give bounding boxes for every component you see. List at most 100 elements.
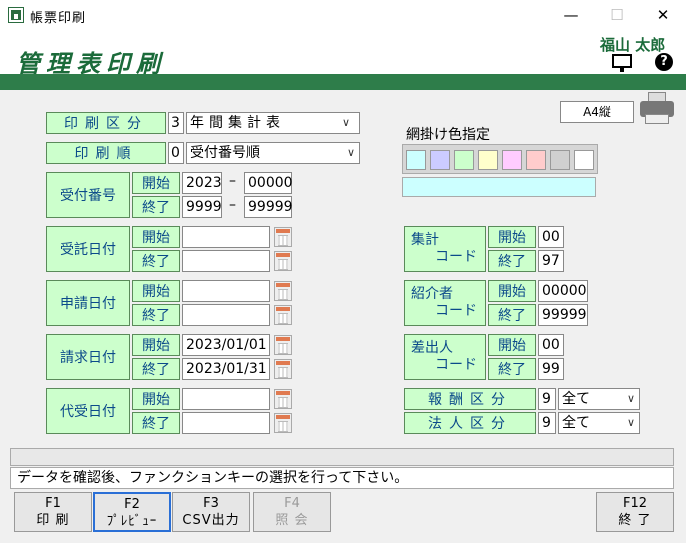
summary-end-code[interactable]: 97	[538, 250, 564, 272]
referrer-code-label: 紹介者 コード	[404, 280, 486, 326]
corporation-class-code[interactable]: 9	[538, 412, 556, 434]
printer-icon[interactable]	[640, 92, 674, 126]
color-swatch[interactable]	[526, 150, 546, 170]
sender-end-label: 終了	[488, 358, 536, 380]
sender-start-label: 開始	[488, 334, 536, 356]
f1-print-button[interactable]: F1 印 刷	[14, 492, 92, 532]
dash: –	[229, 197, 236, 213]
window-titlebar: 帳票印刷 — ☐ ✕	[0, 0, 686, 30]
calendar-icon[interactable]	[274, 281, 292, 301]
corporation-class-label: 法人区分	[404, 412, 536, 434]
sender-code-label: 差出人 コード	[404, 334, 486, 380]
referrer-end-label: 終了	[488, 304, 536, 326]
reward-class-value: 全て	[562, 391, 590, 407]
header-band	[0, 74, 686, 90]
reward-class-label: 報酬区分	[404, 388, 536, 410]
f2-preview-button[interactable]: F2 ﾌﾟﾚﾋﾞｭｰ	[93, 492, 171, 532]
print-order-select[interactable]: 受付番号順 ∨	[186, 142, 360, 164]
summary-start-code[interactable]: 00	[538, 226, 564, 248]
summary-code-label: 集計 コード	[404, 226, 486, 272]
color-swatch[interactable]	[430, 150, 450, 170]
corporation-class-select[interactable]: 全て ∨	[558, 412, 640, 434]
print-category-value: 年間集計表	[190, 115, 285, 131]
reward-class-code[interactable]: 9	[538, 388, 556, 410]
chevron-down-icon: ∨	[626, 392, 635, 405]
consign-end-label: 終了	[132, 250, 180, 272]
close-button[interactable]: ✕	[640, 0, 686, 30]
consign-end-date[interactable]	[182, 250, 270, 272]
bill-date-label: 請求日付	[46, 334, 130, 380]
window-title: 帳票印刷	[30, 11, 87, 26]
bill-start-label: 開始	[132, 334, 180, 356]
apply-date-label: 申請日付	[46, 280, 130, 326]
receipt-start-label: 開始	[132, 172, 180, 194]
calendar-icon[interactable]	[274, 413, 292, 433]
calendar-icon[interactable]	[274, 389, 292, 409]
receipt-start-number[interactable]: 00000	[244, 172, 293, 194]
status-bar	[10, 448, 674, 466]
chevron-down-icon: ∨	[341, 116, 355, 129]
referrer-end-code[interactable]: 99999	[538, 304, 588, 326]
dash: –	[229, 173, 236, 189]
app-icon	[8, 7, 24, 23]
minimize-button[interactable]: —	[548, 0, 594, 30]
color-swatch[interactable]	[406, 150, 426, 170]
proxy-start-label: 開始	[132, 388, 180, 410]
color-swatch[interactable]	[454, 150, 474, 170]
calendar-icon[interactable]	[274, 251, 292, 271]
status-message: データを確認後、ファンクションキーの選択を行って下さい。	[10, 467, 674, 489]
consign-date-label: 受託日付	[46, 226, 130, 272]
color-swatch[interactable]	[550, 150, 570, 170]
monitor-icon[interactable]	[612, 54, 632, 72]
corporation-class-value: 全て	[562, 415, 590, 431]
print-category-label: 印刷区分	[46, 112, 166, 134]
receipt-end-year[interactable]: 9999	[182, 196, 222, 218]
color-swatch[interactable]	[574, 150, 594, 170]
proxy-end-label: 終了	[132, 412, 180, 434]
help-icon[interactable]: ?	[655, 53, 673, 71]
summary-end-label: 終了	[488, 250, 536, 272]
summary-start-label: 開始	[488, 226, 536, 248]
print-order-value: 受付番号順	[190, 145, 260, 161]
print-order-label: 印刷順	[46, 142, 166, 164]
apply-end-date[interactable]	[182, 304, 270, 326]
sender-start-code[interactable]: 00	[538, 334, 564, 356]
page-header: 管理表印刷 福山 太郎 ?	[0, 30, 686, 78]
receipt-end-label: 終了	[132, 196, 180, 218]
apply-end-label: 終了	[132, 304, 180, 326]
print-order-code[interactable]: 0	[168, 142, 184, 164]
calendar-icon[interactable]	[274, 335, 292, 355]
apply-start-date[interactable]	[182, 280, 270, 302]
chevron-down-icon: ∨	[346, 146, 355, 159]
proxy-date-label: 代受日付	[46, 388, 130, 434]
proxy-start-date[interactable]	[182, 388, 270, 410]
apply-start-label: 開始	[132, 280, 180, 302]
bill-end-label: 終了	[132, 358, 180, 380]
print-category-code[interactable]: 3	[168, 112, 184, 134]
calendar-icon[interactable]	[274, 227, 292, 247]
maximize-button[interactable]: ☐	[594, 0, 640, 30]
calendar-icon[interactable]	[274, 305, 292, 325]
calendar-icon[interactable]	[274, 359, 292, 379]
referrer-start-code[interactable]: 00000	[538, 280, 588, 302]
consign-start-date[interactable]	[182, 226, 270, 248]
hatch-color-label: 網掛け色指定	[406, 127, 490, 143]
receipt-start-year[interactable]: 2023	[182, 172, 222, 194]
proxy-end-date[interactable]	[182, 412, 270, 434]
color-swatch[interactable]	[478, 150, 498, 170]
f4-inquiry-button[interactable]: F4 照 会	[253, 492, 331, 532]
reward-class-select[interactable]: 全て ∨	[558, 388, 640, 410]
user-name: 福山 太郎	[600, 36, 666, 54]
bill-end-date[interactable]: 2023/01/31	[182, 358, 270, 380]
bill-start-date[interactable]: 2023/01/01	[182, 334, 270, 356]
f12-exit-button[interactable]: F12 終 了	[596, 492, 674, 532]
receipt-end-number[interactable]: 99999	[244, 196, 293, 218]
chevron-down-icon: ∨	[626, 416, 635, 429]
sender-end-code[interactable]: 99	[538, 358, 564, 380]
referrer-start-label: 開始	[488, 280, 536, 302]
f3-csv-button[interactable]: F3 CSV出力	[172, 492, 250, 532]
hatch-color-preview	[402, 177, 596, 197]
color-swatch[interactable]	[502, 150, 522, 170]
print-category-select[interactable]: 年間集計表 ∨	[186, 112, 360, 134]
consign-start-label: 開始	[132, 226, 180, 248]
